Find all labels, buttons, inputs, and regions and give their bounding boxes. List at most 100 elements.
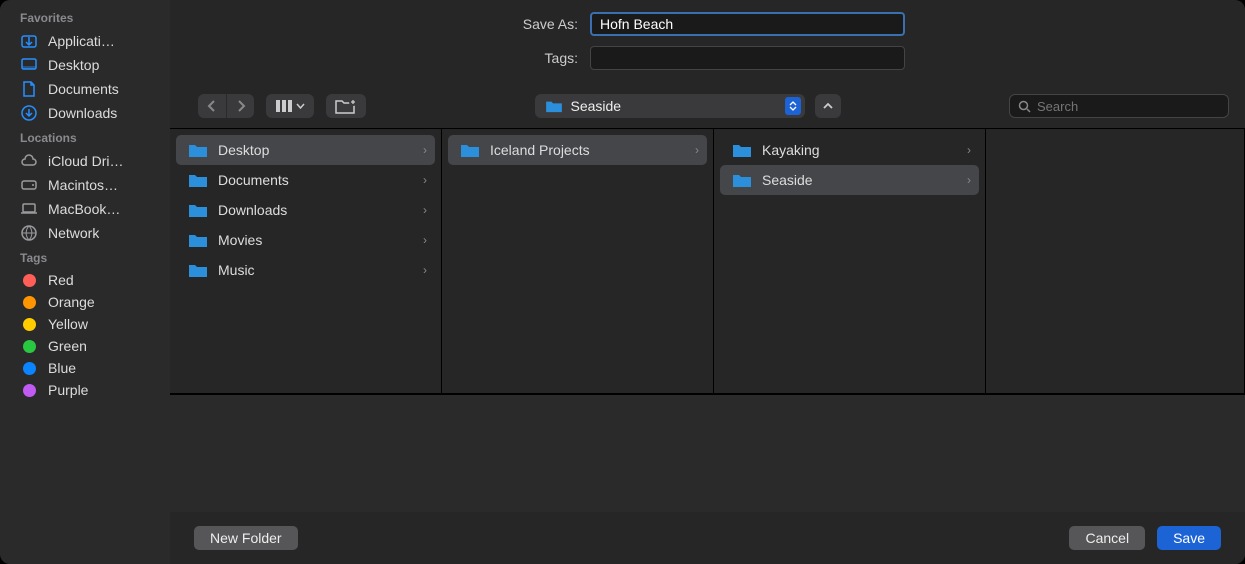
new-folder-toolbar-button[interactable] [326,94,366,118]
folder-plus-icon [335,98,357,114]
folder-label: Kayaking [762,142,967,158]
chevron-right-icon: › [423,143,427,157]
save-dialog: Favorites Applicati… Desktop Documents D… [0,0,1245,564]
sidebar-item-label: Macintos… [48,177,118,193]
sidebar: Favorites Applicati… Desktop Documents D… [0,0,170,564]
folder-icon [732,172,752,188]
folder-label: Music [218,262,423,278]
updown-arrows-icon [785,97,801,115]
browser-column [986,129,1245,393]
folder-item[interactable]: Documents› [176,165,435,195]
document-icon [20,80,38,98]
browser-column: Desktop›Documents›Downloads›Movies›Music… [170,129,442,393]
folder-icon [188,232,208,248]
sidebar-section-favorites: Favorites [0,5,170,29]
chevron-right-icon: › [695,143,699,157]
tag-dot-icon [23,362,36,375]
sidebar-section-locations: Locations [0,125,170,149]
sidebar-tag-red[interactable]: Red [0,269,170,291]
toolbar: Seaside [170,94,1245,128]
new-folder-button[interactable]: New Folder [194,526,298,550]
tag-dot-icon [23,274,36,287]
cloud-icon [20,152,38,170]
save-button[interactable]: Save [1157,526,1221,550]
sidebar-item-label: MacBook… [48,201,120,217]
browser-column: Iceland Projects› [442,129,714,393]
cancel-button[interactable]: Cancel [1069,526,1145,550]
folder-item[interactable]: Seaside› [720,165,979,195]
sidebar-item-icloud[interactable]: iCloud Dri… [0,149,170,173]
sidebar-section-tags: Tags [0,245,170,269]
chevron-right-icon: › [423,233,427,247]
chevron-down-icon [296,103,305,109]
tag-dot-icon [23,296,36,309]
folder-label: Documents [218,172,423,188]
sidebar-item-macintosh[interactable]: Macintos… [0,173,170,197]
folder-item[interactable]: Desktop› [176,135,435,165]
folder-label: Downloads [218,202,423,218]
sidebar-item-label: Documents [48,81,119,97]
folder-item[interactable]: Music› [176,255,435,285]
sidebar-tag-orange[interactable]: Orange [0,291,170,313]
sidebar-item-label: Downloads [48,105,117,121]
sidebar-tag-purple[interactable]: Purple [0,379,170,401]
sidebar-item-desktop[interactable]: Desktop [0,53,170,77]
folder-item[interactable]: Iceland Projects› [448,135,707,165]
sidebar-item-label: Applicati… [48,33,115,49]
tag-dot-icon [23,384,36,397]
sidebar-item-label: Desktop [48,57,99,73]
sidebar-item-label: Network [48,225,99,241]
main-panel: Save As: Tags: [170,0,1245,564]
download-icon [20,104,38,122]
save-form: Save As: Tags: [170,0,1245,94]
sidebar-item-label: iCloud Dri… [48,153,123,169]
chevron-right-icon: › [967,173,971,187]
sidebar-tag-blue[interactable]: Blue [0,357,170,379]
folder-icon [188,202,208,218]
folder-icon [460,142,480,158]
chevron-right-icon: › [423,263,427,277]
save-as-input[interactable] [590,12,905,36]
folder-icon [545,99,563,113]
collapse-button[interactable] [815,94,841,118]
bottom-bar: New Folder Cancel Save [170,512,1245,564]
sidebar-item-network[interactable]: Network [0,221,170,245]
disk-icon [20,176,38,194]
sidebar-tag-yellow[interactable]: Yellow [0,313,170,335]
network-icon [20,224,38,242]
sidebar-item-applications[interactable]: Applicati… [0,29,170,53]
chevron-right-icon: › [423,203,427,217]
folder-item[interactable]: Movies› [176,225,435,255]
sidebar-item-macbook[interactable]: MacBook… [0,197,170,221]
sidebar-item-documents[interactable]: Documents [0,77,170,101]
sidebar-tag-green[interactable]: Green [0,335,170,357]
folder-label: Iceland Projects [490,142,695,158]
folder-icon [188,172,208,188]
tags-input[interactable] [590,46,905,70]
view-mode-button[interactable] [266,94,314,118]
sidebar-item-downloads[interactable]: Downloads [0,101,170,125]
forward-button[interactable] [226,94,254,118]
search-icon [1018,100,1031,113]
chevron-right-icon: › [423,173,427,187]
folder-icon [732,142,752,158]
chevron-right-icon: › [967,143,971,157]
search-box[interactable] [1009,94,1229,118]
folder-icon [188,142,208,158]
folder-icon [188,262,208,278]
location-dropdown[interactable]: Seaside [535,94,805,118]
search-input[interactable] [1037,99,1220,114]
column-browser: Desktop›Documents›Downloads›Movies›Music… [170,128,1245,394]
chevron-up-icon [823,102,833,110]
applications-icon [20,32,38,50]
browser-column: Kayaking›Seaside› [714,129,986,393]
folder-item[interactable]: Kayaking› [720,135,979,165]
folder-label: Desktop [218,142,423,158]
laptop-icon [20,200,38,218]
tag-dot-icon [23,340,36,353]
folder-item[interactable]: Downloads› [176,195,435,225]
desktop-icon [20,56,38,74]
tag-dot-icon [23,318,36,331]
back-button[interactable] [198,94,226,118]
save-as-label: Save As: [170,16,590,32]
